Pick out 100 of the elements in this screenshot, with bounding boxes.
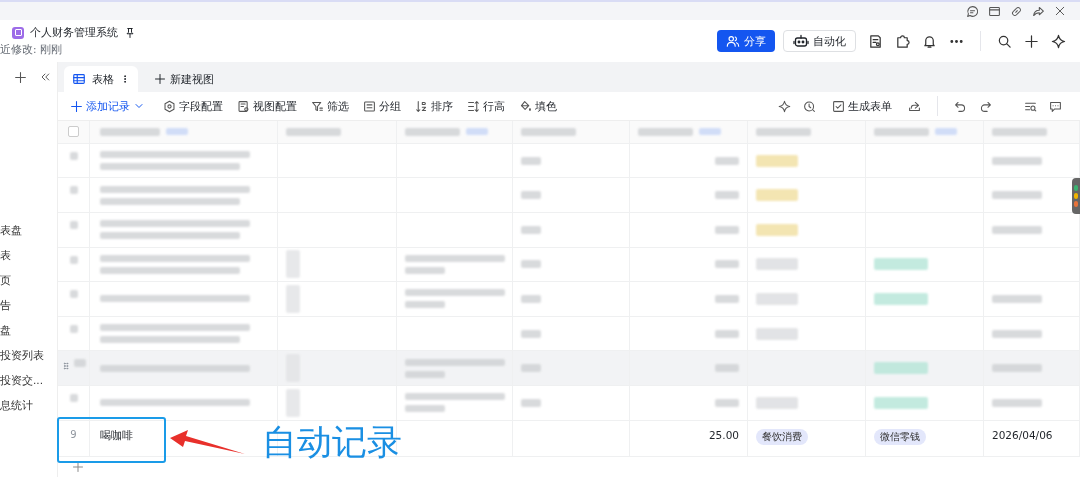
account-tag: 微信零钱 (874, 428, 926, 445)
blurred-text (69, 394, 78, 402)
blurred-text (756, 127, 811, 136)
blurred-text (756, 396, 798, 409)
undo-icon[interactable] (954, 99, 967, 113)
group-icon (363, 99, 376, 113)
view-settings-button[interactable]: 视图配置 (233, 96, 301, 116)
puzzle-icon[interactable] (895, 33, 910, 49)
blurred-text (874, 293, 928, 305)
blurred-text (992, 127, 1047, 136)
group-button[interactable]: 分组 (359, 96, 405, 116)
blurred-text (756, 258, 798, 271)
share-icon[interactable] (908, 99, 921, 113)
view-tab[interactable]: 表格 (64, 66, 138, 92)
clock-icon[interactable] (803, 99, 816, 113)
add-record-button[interactable]: 添加记录 (66, 96, 149, 116)
viewcfg-icon (237, 99, 250, 113)
blurred-text (992, 225, 1042, 234)
blurred-text (935, 128, 957, 136)
blurred-text (286, 250, 300, 279)
blurred-text (69, 324, 78, 333)
filter-icon (311, 99, 324, 113)
close-icon[interactable] (1054, 5, 1066, 17)
blurred-text (74, 359, 86, 368)
plus-icon[interactable] (1024, 33, 1039, 49)
checkbox[interactable] (68, 126, 79, 138)
blurred-text (715, 225, 739, 234)
blurred-text (756, 154, 798, 167)
blurred-text (166, 128, 188, 136)
bell-icon[interactable] (922, 33, 937, 49)
table-cell: 喝咖啡 (100, 428, 133, 443)
new-view-button[interactable]: 新建视图 (148, 66, 220, 92)
field-settings-button[interactable]: 字段配置 (159, 96, 227, 116)
category-tag: 餐饮消费 (756, 428, 808, 445)
sidebar-item[interactable]: 盘 (0, 318, 57, 343)
blurred-text (756, 327, 798, 340)
plus-icon (154, 73, 166, 85)
blurred-text (286, 388, 300, 417)
blurred-text (69, 151, 78, 160)
sidebar-item[interactable]: 告 (0, 293, 57, 318)
sort-button[interactable]: 排序 (411, 96, 457, 116)
blurred-text (286, 285, 300, 313)
sparkle-icon[interactable] (1051, 33, 1066, 49)
blurred-text (69, 255, 78, 264)
blurred-text (715, 398, 739, 407)
search-icon[interactable] (997, 33, 1012, 49)
row-height-button[interactable]: 行高 (463, 96, 509, 116)
blurred-text (521, 156, 541, 165)
annotation-text: 自动记录 (262, 421, 402, 464)
automation-button[interactable]: 自动化 (783, 30, 856, 52)
sidebar-item[interactable]: 投资列表 (0, 343, 57, 368)
blurred-text (992, 156, 1042, 165)
link-icon[interactable] (1010, 4, 1023, 18)
fill-icon (519, 99, 532, 113)
scroll-handle[interactable] (1072, 178, 1080, 214)
blurred-text (69, 290, 78, 299)
filter-button[interactable]: 筛选 (307, 96, 353, 116)
sort-icon (415, 99, 428, 113)
row-number: 9 (70, 428, 77, 440)
forward-icon[interactable] (1032, 4, 1045, 18)
blurred-text (715, 295, 739, 303)
blurred-text (521, 191, 541, 200)
blurred-text (638, 127, 693, 136)
plus-icon[interactable] (14, 70, 27, 84)
app-icon (12, 26, 24, 39)
blurred-text (992, 364, 1042, 373)
blurred-text (699, 128, 721, 136)
sidebar-item[interactable]: 表 (0, 243, 57, 268)
window-icon[interactable] (988, 4, 1001, 18)
blurred-text (992, 191, 1042, 200)
sparkle-icon[interactable] (778, 99, 791, 113)
sidebar-item[interactable]: 息统计 (0, 393, 57, 418)
sidebar-item[interactable]: 页 (0, 268, 57, 293)
blurred-text (286, 127, 341, 136)
document-icon[interactable] (868, 33, 883, 49)
form-check-icon (832, 99, 845, 113)
blurred-text (521, 127, 576, 136)
blurred-text (521, 295, 541, 303)
blurred-text (874, 258, 928, 271)
document-title: 个人财务管理系统 (30, 25, 118, 40)
plus-icon (70, 99, 83, 113)
blurred-text (521, 364, 541, 373)
pin-icon[interactable] (124, 26, 136, 39)
redo-icon[interactable] (979, 99, 992, 113)
blurred-text (874, 362, 928, 375)
share-button[interactable]: 分享 (717, 30, 775, 52)
comment-icon[interactable] (1049, 99, 1062, 113)
blurred-text (405, 127, 460, 136)
chat-icon[interactable] (966, 4, 979, 18)
sidebar-item[interactable]: 投资交... (0, 368, 57, 393)
sidebar-item[interactable]: 表盘 (0, 218, 57, 243)
fill-color-button[interactable]: 填色 (515, 96, 561, 116)
blurred-text (992, 398, 1042, 407)
height-icon (467, 99, 480, 113)
blurred-text (521, 329, 541, 338)
table-icon (72, 72, 86, 86)
blurred-text (405, 370, 445, 378)
blurred-text (521, 398, 541, 407)
generate-form-button[interactable]: 生成表单 (828, 96, 896, 116)
collapse-icon[interactable] (39, 71, 51, 83)
